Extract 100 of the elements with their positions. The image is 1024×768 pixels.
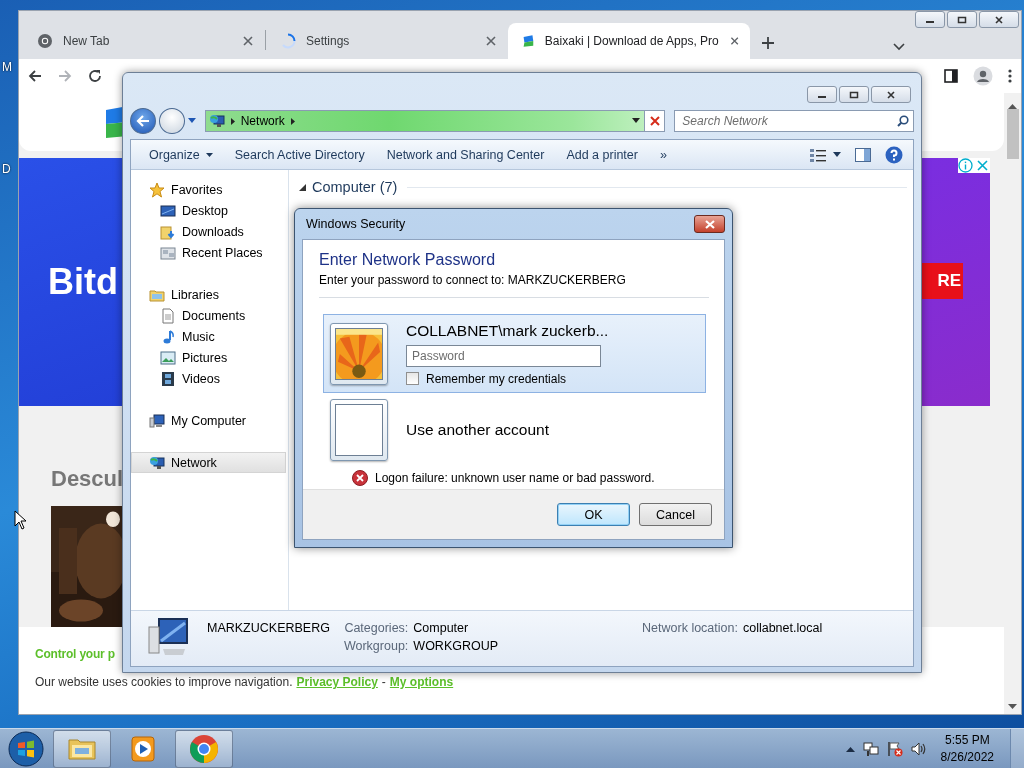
back-button[interactable] [130,108,156,134]
checkbox[interactable] [406,372,419,385]
speaker-icon[interactable] [910,740,927,757]
minimize-button[interactable] [807,86,837,103]
nav-item[interactable]: Pictures [131,347,288,368]
nav-item[interactable]: Music [131,326,288,347]
group-header[interactable]: Computer (7) [312,179,398,195]
document-icon [160,307,176,324]
view-options-icon[interactable] [809,147,827,162]
account-tile[interactable]: Use another account [323,399,706,461]
field-value: WORKGROUP [413,639,499,653]
loading-spinner-icon [280,33,296,49]
browser-tab[interactable]: Settings [266,23,508,59]
chrome-logo-icon [188,732,220,765]
error-icon [352,470,368,486]
minimize-button[interactable] [915,11,945,28]
start-orb-icon [8,730,44,767]
mouse-cursor-icon [14,510,27,530]
desktop-icon-label[interactable]: M [2,60,12,74]
nav-item[interactable]: Favorites [131,179,288,200]
toolbar-button[interactable]: Add a printer [558,143,646,166]
taskbar-button[interactable] [175,729,233,768]
taskbar-button[interactable] [53,729,111,768]
close-icon[interactable] [728,34,740,48]
close-icon[interactable] [484,34,498,48]
cookie-title: Control your p [35,647,115,661]
nav-item[interactable]: Videos [131,368,288,389]
banner-button[interactable]: RE [922,263,963,299]
breadcrumb-arrow-icon[interactable] [230,117,235,125]
reload-icon[interactable] [87,68,103,84]
search-field[interactable]: Search Network [674,110,914,132]
nav-item[interactable]: Recent Places [131,242,288,263]
account-name: COLLABNET\mark zuckerb... [406,321,609,340]
field-value: Computer [413,621,470,635]
star-icon [149,181,165,198]
close-icon[interactable] [241,34,255,48]
restore-button[interactable] [839,86,869,103]
restore-icon [957,15,967,24]
stop-button[interactable] [644,111,665,131]
scroll-thumb[interactable] [1006,109,1019,159]
back-arrow-icon[interactable] [27,68,43,84]
flag-icon[interactable] [886,740,903,757]
forward-button[interactable] [158,108,185,134]
nav-item[interactable]: Libraries [131,284,288,305]
nav-item[interactable]: Downloads [131,221,288,242]
nav-item[interactable]: My Computer [131,410,288,431]
close-button[interactable] [694,215,725,233]
chrome-logo-icon [37,33,53,49]
preview-pane-icon[interactable] [855,147,871,162]
cookie-text: Our website uses cookies to improve navigation. [35,675,293,689]
dialog-title: Windows Security [306,217,406,231]
new-tab-icon[interactable] [760,35,776,51]
network-icon[interactable] [862,740,879,757]
close-icon [703,219,716,229]
info-icon[interactable] [958,158,973,173]
toolbar-button[interactable]: Network and Sharing Center [378,143,553,166]
address-bar[interactable]: Network [204,110,666,132]
close-icon[interactable] [975,158,990,173]
menu-icon[interactable] [1007,68,1013,84]
side-panel-icon[interactable] [943,68,959,84]
clock[interactable]: 5:55 PM 8/26/2022 [940,731,994,766]
browser-tab[interactable]: Baixaki | Download de Apps, Pro [508,23,750,59]
toolbar-button[interactable]: Search Active Directory [226,143,373,166]
network-icon [149,454,165,471]
account-tile[interactable]: COLLABNET\mark zuckerb... Password Remember my credentials [323,314,706,393]
browser-tab[interactable]: New Tab [23,23,265,59]
nav-item[interactable]: Network [131,452,286,473]
dialog-subtitle: Enter your password to connect to: MARKZUCKERBERG [319,273,627,287]
error-message: Logon failure: unknown user name or bad password. [375,471,655,485]
nav-item[interactable]: Desktop [131,200,288,221]
back-arrow-icon [135,115,150,127]
account-name: Use another account [406,421,550,439]
film-icon [160,370,176,387]
password-field[interactable]: Password [406,344,601,367]
checkbox-label: Remember my credentials [426,371,567,386]
ad-banner[interactable]: Bitd [19,158,122,406]
help-icon[interactable] [885,145,903,164]
tray-expand-icon[interactable] [845,745,855,752]
restore-button[interactable] [947,11,977,28]
profile-icon[interactable] [973,66,993,86]
cancel-button[interactable]: Cancel [639,503,712,526]
field-label: Network location: [642,621,738,635]
breadcrumb[interactable]: Network [240,114,285,128]
scroll-down-icon [1008,704,1017,710]
breadcrumb-arrow-icon[interactable] [290,117,295,125]
desktop-icon-label[interactable]: D [2,162,11,176]
expand-triangle-icon[interactable] [299,183,306,191]
close-icon [994,15,1004,24]
dropdown-icon[interactable] [187,118,196,124]
close-icon [886,90,896,99]
field-label: Categories: [343,621,409,635]
nav-item[interactable]: Documents [131,305,288,326]
picture-icon [160,349,176,366]
toolbar-button[interactable]: Organize [141,143,221,166]
chevron-down-icon[interactable] [893,43,905,51]
ad-banner[interactable]: RE [922,158,990,406]
more-button[interactable]: » [651,143,675,166]
ok-button[interactable]: OK [557,503,630,526]
link-separator: - [381,675,386,689]
stop-icon [649,116,660,126]
